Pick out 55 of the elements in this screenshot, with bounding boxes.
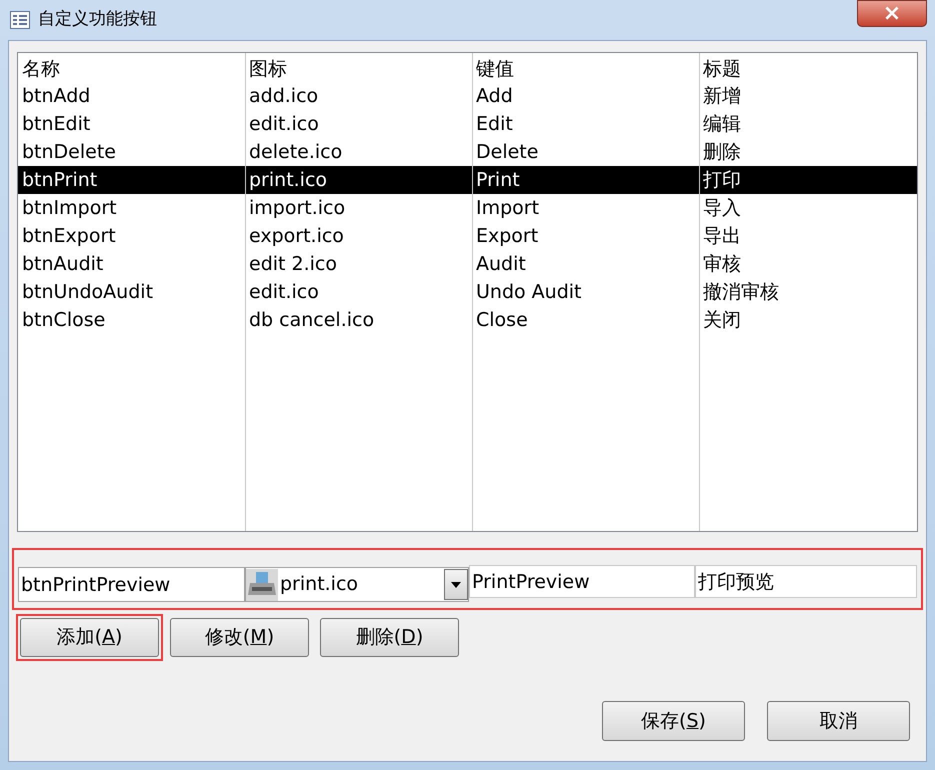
table-cell[interactable]: btnPrint [18, 166, 245, 194]
table-cell[interactable]: 打印 [699, 166, 917, 194]
table-cell[interactable]: export.ico [245, 222, 472, 250]
table-cell[interactable]: Audit [472, 250, 699, 278]
table-cell[interactable]: btnEdit [18, 110, 245, 138]
table-cell[interactable]: 编辑 [699, 110, 917, 138]
caret-icon [451, 582, 461, 588]
key-field[interactable]: PrintPreview [469, 565, 695, 598]
table-cell[interactable]: btnAdd [18, 82, 245, 110]
table-cell[interactable]: btnClose [18, 306, 245, 334]
printer-icon [246, 568, 278, 600]
column-header[interactable]: 名称 [18, 53, 245, 82]
table-cell[interactable]: 审核 [699, 250, 917, 278]
column-header[interactable]: 键值 [472, 53, 699, 82]
table-cell[interactable]: Print [472, 166, 699, 194]
table-cell[interactable]: edit.ico [245, 110, 472, 138]
icon-value: print.ico [280, 572, 360, 598]
window-title: 自定义功能按钮 [38, 8, 157, 32]
dialog-button[interactable]: 取消 [767, 701, 910, 741]
table-cell[interactable]: 关闭 [699, 306, 917, 334]
table-cell[interactable]: Delete [472, 138, 699, 166]
table-cell[interactable]: 导出 [699, 222, 917, 250]
table-cell[interactable]: btnImport [18, 194, 245, 222]
row-action-button[interactable]: 添加(A) [20, 618, 159, 657]
row-action-button[interactable]: 修改(M) [170, 618, 309, 657]
table-cell[interactable]: 撤消审核 [699, 278, 917, 306]
name-field[interactable]: btnPrintPreview [18, 567, 245, 602]
table-cell[interactable]: Export [472, 222, 699, 250]
icon-combo-box[interactable]: print.ico [245, 567, 469, 602]
table-cell[interactable]: Undo Audit [472, 278, 699, 306]
table-cell[interactable]: 删除 [699, 138, 917, 166]
dropdown-button[interactable] [444, 569, 468, 600]
table-cell[interactable]: Import [472, 194, 699, 222]
table-cell[interactable]: print.ico [245, 166, 472, 194]
table-cell[interactable]: btnUndoAudit [18, 278, 245, 306]
column-header[interactable]: 图标 [245, 53, 472, 82]
table-cell[interactable]: import.ico [245, 194, 472, 222]
table-cell[interactable]: Edit [472, 110, 699, 138]
table-cell[interactable]: Add [472, 82, 699, 110]
form-icon [10, 11, 30, 29]
caption-field[interactable]: 打印预览 [695, 565, 917, 598]
table-cell[interactable]: btnDelete [18, 138, 245, 166]
table-cell[interactable]: db cancel.ico [245, 306, 472, 334]
table-cell[interactable]: btnAudit [18, 250, 245, 278]
table-cell[interactable]: edit.ico [245, 278, 472, 306]
table-cell[interactable]: btnExport [18, 222, 245, 250]
column-header[interactable]: 标题 [699, 53, 917, 82]
table-cell[interactable]: 导入 [699, 194, 917, 222]
table-cell[interactable]: edit 2.ico [245, 250, 472, 278]
table-cell[interactable]: 新增 [699, 82, 917, 110]
dialog-button[interactable]: 保存(S) [602, 701, 745, 741]
table-cell[interactable]: add.ico [245, 82, 472, 110]
row-action-button[interactable]: 删除(D) [320, 618, 459, 657]
table-cell[interactable]: delete.ico [245, 138, 472, 166]
table-cell[interactable]: Close [472, 306, 699, 334]
